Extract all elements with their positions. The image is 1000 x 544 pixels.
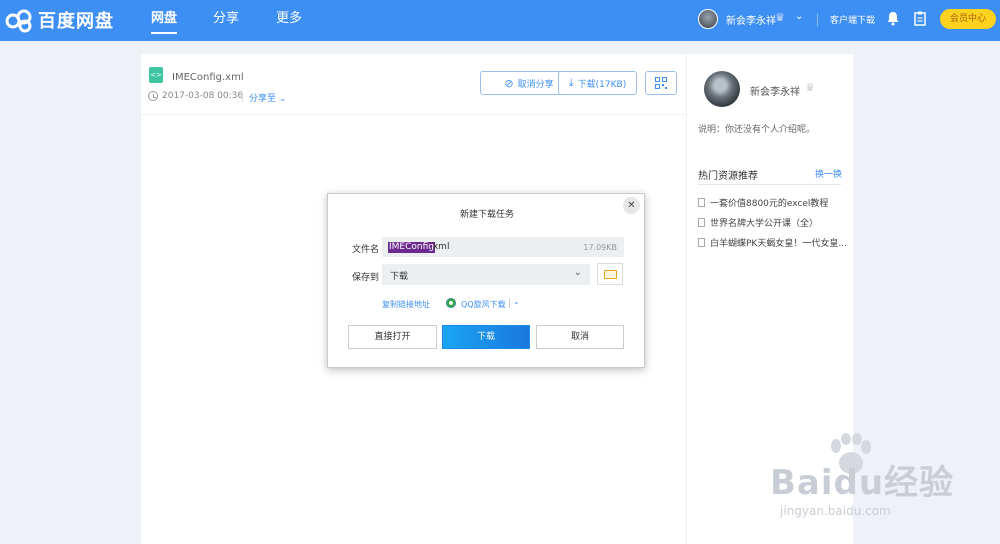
- copy-link-address[interactable]: 复制链接地址: [382, 299, 430, 310]
- xml-file-icon: <>: [149, 67, 163, 83]
- folder-icon: [604, 270, 617, 279]
- avatar[interactable]: [698, 9, 718, 29]
- top-bar: 百度网盘 网盘 分享 更多 新会李永祥 ♛ ⌄ 客户端下载 会员中心: [0, 0, 1000, 41]
- filename-extension: .xml: [430, 242, 450, 252]
- qrcode-button[interactable]: [645, 71, 677, 95]
- hot-resources-title: 热门资源推荐: [698, 171, 758, 182]
- nav-more[interactable]: 更多: [276, 0, 302, 41]
- filename-selected-text: IMEConfig: [388, 242, 435, 253]
- saveto-select[interactable]: 下载 ⌄: [382, 264, 590, 285]
- qrcode-icon: [655, 77, 667, 89]
- clipboard-icon[interactable]: [913, 10, 927, 26]
- ban-icon: ⊘: [504, 76, 514, 90]
- chevron-down-icon[interactable]: ⌄: [795, 11, 803, 22]
- qq-download-link[interactable]: QQ旋风下载: [461, 299, 506, 310]
- saveto-value: 下载: [390, 272, 409, 282]
- dialog-title: 新建下载任务: [459, 210, 514, 220]
- file-name: IMEConfig.xml: [172, 72, 244, 83]
- hot-item-label: 一套价值8800元的excel教程: [710, 199, 829, 209]
- logo-text: 百度网盘: [38, 11, 114, 32]
- saveto-label: 保存到: [352, 273, 380, 283]
- crown-icon: ♛: [775, 11, 785, 24]
- divider: [817, 14, 818, 26]
- logo[interactable]: 百度网盘: [4, 7, 114, 33]
- browse-folder-button[interactable]: [597, 263, 623, 285]
- watermark-brand: Baidu经验: [770, 463, 955, 503]
- hot-item-label: 白羊蝴蝶PK天蝎女皇！一代女皇...: [710, 239, 847, 249]
- baidu-cloud-logo-icon: [5, 9, 32, 33]
- hot-item[interactable]: 世界名牌大学公开课（全）: [698, 216, 818, 229]
- watermark-url: jingyan.baidu.com: [780, 504, 891, 518]
- profile-description: 说明：你还没有个人介绍呢。: [698, 125, 816, 135]
- download-button[interactable]: ⤓ 下载(17KB): [558, 71, 637, 95]
- chevron-down-icon[interactable]: ⌄: [513, 297, 520, 306]
- divider: [242, 92, 243, 102]
- client-download-link[interactable]: 客户端下载: [830, 13, 875, 26]
- avatar[interactable]: [704, 71, 740, 107]
- open-directly-button[interactable]: 直接打开: [348, 325, 437, 349]
- chevron-down-icon: ⌄: [573, 267, 582, 278]
- divider: [509, 298, 510, 308]
- divider: [698, 184, 841, 185]
- crown-icon: ♛: [805, 81, 815, 94]
- download-label: 下载(17KB): [577, 79, 627, 90]
- vip-center-button[interactable]: 会员中心: [940, 9, 996, 29]
- share-to-label: 分享至: [249, 94, 277, 104]
- new-download-dialog: 新建下载任务 ✕ 文件名 IMEConfig .xml 17.09KB 保存到 …: [327, 193, 645, 368]
- divider: [141, 114, 686, 115]
- document-icon: [698, 238, 705, 247]
- cancel-button[interactable]: 取消: [536, 325, 624, 349]
- close-icon[interactable]: ✕: [623, 197, 640, 214]
- clock-icon: [148, 91, 158, 101]
- file-size: 17.09KB: [583, 243, 617, 252]
- qq-xuanfeng-icon: [446, 298, 456, 308]
- download-confirm-button[interactable]: 下载: [442, 325, 530, 349]
- filename-label: 文件名: [352, 245, 380, 255]
- cancel-share-label: 取消分享: [517, 79, 554, 90]
- hot-item[interactable]: 一套价值8800元的excel教程: [698, 196, 828, 209]
- hot-item[interactable]: 白羊蝴蝶PK天蝎女皇！一代女皇...: [698, 236, 847, 249]
- share-to-dropdown[interactable]: 分享至 ⌄: [249, 91, 286, 104]
- filename-input[interactable]: IMEConfig .xml 17.09KB: [382, 237, 624, 257]
- download-icon: ⤓: [568, 76, 574, 89]
- username[interactable]: 新会李永祥: [726, 12, 776, 27]
- sidebar-username[interactable]: 新会李永祥: [750, 83, 800, 98]
- nav-netdisk[interactable]: 网盘: [151, 0, 178, 41]
- refresh-recommendations-link[interactable]: 换一换: [815, 167, 842, 180]
- hot-item-label: 世界名牌大学公开课（全）: [710, 219, 819, 229]
- nav-share[interactable]: 分享: [213, 0, 239, 41]
- file-date: 2017-03-08 00:36: [162, 91, 244, 101]
- bell-icon[interactable]: [886, 10, 900, 26]
- document-icon: [698, 198, 705, 207]
- document-icon: [698, 218, 705, 227]
